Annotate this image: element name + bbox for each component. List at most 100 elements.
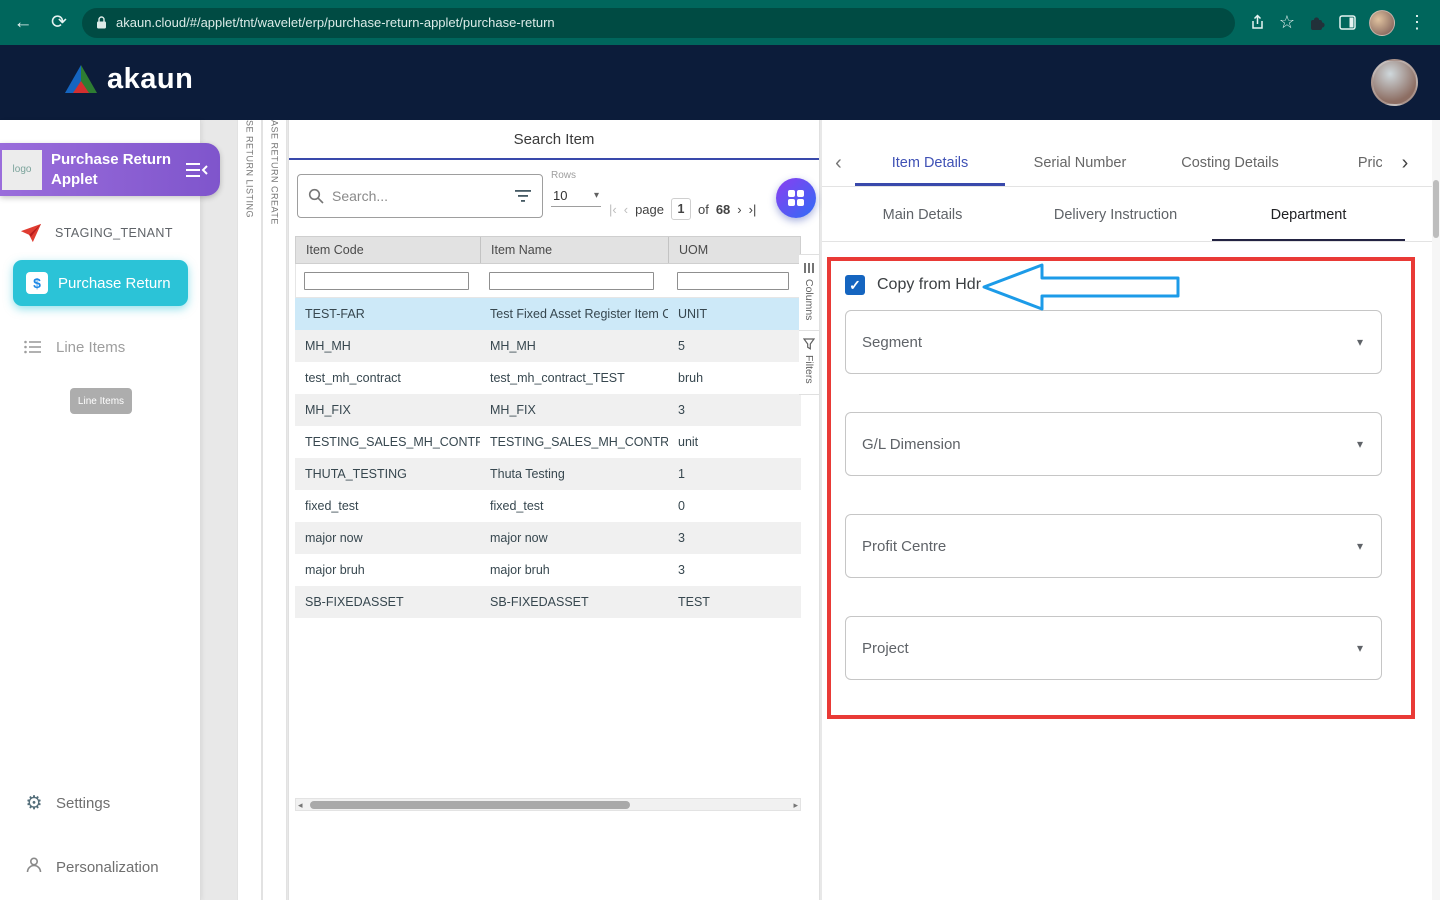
vertical-tab-purchase-return-listing[interactable]: SE RETURN LISTING bbox=[237, 120, 262, 900]
filter-list-icon[interactable] bbox=[514, 189, 532, 203]
cell-uom: 3 bbox=[668, 563, 801, 577]
extension-puzzle-icon[interactable] bbox=[1308, 14, 1326, 32]
next-page-icon[interactable]: › bbox=[737, 202, 741, 217]
gl-dimension-dropdown[interactable]: G/L Dimension ▾ bbox=[845, 412, 1382, 476]
cell-item-code: MH_FIX bbox=[295, 403, 480, 417]
cell-item-code: THUTA_TESTING bbox=[295, 467, 480, 481]
cell-item-code: major now bbox=[295, 531, 480, 545]
sidebar-item-settings[interactable]: ⚙ Settings bbox=[0, 788, 200, 818]
share-icon[interactable] bbox=[1249, 14, 1266, 31]
subtab-department[interactable]: Department bbox=[1212, 188, 1405, 241]
url-text: akaun.cloud/#/applet/tnt/wavelet/erp/pur… bbox=[116, 15, 555, 30]
tabs-scroll-right-icon[interactable]: › bbox=[1382, 140, 1428, 186]
columns-icon bbox=[803, 262, 815, 274]
sidebar-item-personalization[interactable]: Personalization bbox=[0, 852, 200, 882]
cell-item-code: MH_MH bbox=[295, 339, 480, 353]
address-bar[interactable]: akaun.cloud/#/applet/tnt/wavelet/erp/pur… bbox=[82, 8, 1235, 38]
tab-item-details[interactable]: Item Details bbox=[855, 140, 1005, 186]
vertical-scrollbar-thumb[interactable] bbox=[1433, 180, 1439, 238]
cell-item-name: Test Fixed Asset Register Item C... bbox=[480, 307, 668, 321]
rows-value: 10 bbox=[553, 188, 567, 203]
filters-tool-button[interactable]: Filters bbox=[799, 330, 819, 395]
table-row[interactable]: fixed_test fixed_test 0 bbox=[295, 490, 801, 522]
main-area: STAGING_TENANT $ Purchase Return Line It… bbox=[0, 120, 1440, 900]
table-row[interactable]: TESTING_SALES_MH_CONTRACT TESTING_SALES_… bbox=[295, 426, 801, 458]
panel-title: Search Item bbox=[289, 120, 819, 148]
menu-fold-icon[interactable] bbox=[186, 161, 208, 179]
rows-per-page-control: Rows 10 ▾ bbox=[551, 170, 603, 207]
profit-centre-dropdown[interactable]: Profit Centre ▾ bbox=[845, 514, 1382, 578]
horizontal-scrollbar-thumb[interactable] bbox=[310, 801, 630, 809]
settings-label: Settings bbox=[56, 795, 110, 812]
table-row[interactable]: major now major now 3 bbox=[295, 522, 801, 554]
search-input[interactable] bbox=[332, 188, 514, 204]
project-dropdown[interactable]: Project ▾ bbox=[845, 616, 1382, 680]
sidebar-item-purchase-return[interactable]: $ Purchase Return bbox=[13, 260, 188, 306]
last-page-icon[interactable]: ›| bbox=[749, 202, 757, 217]
cell-item-code: TEST-FAR bbox=[295, 307, 480, 321]
columns-tool-button[interactable]: Columns bbox=[799, 254, 819, 330]
cell-uom: bruh bbox=[668, 371, 801, 385]
user-avatar[interactable] bbox=[1371, 59, 1418, 106]
table-row[interactable]: TEST-FAR Test Fixed Asset Register Item … bbox=[295, 298, 801, 330]
current-page-box[interactable]: 1 bbox=[671, 198, 691, 220]
column-header-item-code[interactable]: Item Code bbox=[296, 237, 481, 263]
table-filter-row bbox=[295, 264, 801, 298]
tab-pricing[interactable]: Pricing bbox=[1305, 140, 1382, 186]
table-row[interactable]: THUTA_TESTING Thuta Testing 1 bbox=[295, 458, 801, 490]
cell-uom: 5 bbox=[668, 339, 801, 353]
back-icon[interactable]: ← bbox=[10, 0, 36, 45]
akaun-logo[interactable]: akaun bbox=[64, 63, 193, 96]
sidebar-item-tenant[interactable]: STAGING_TENANT bbox=[0, 218, 200, 248]
cell-uom: TEST bbox=[668, 595, 801, 609]
browser-profile-avatar[interactable] bbox=[1369, 10, 1395, 36]
column-header-uom[interactable]: UOM bbox=[669, 237, 802, 263]
filter-input-item-name[interactable] bbox=[489, 272, 654, 290]
project-label: Project bbox=[862, 640, 909, 657]
bookmark-star-icon[interactable]: ☆ bbox=[1279, 12, 1295, 33]
page-label: page bbox=[635, 202, 664, 217]
cell-uom: 3 bbox=[668, 403, 801, 417]
table-body: TEST-FAR Test Fixed Asset Register Item … bbox=[295, 298, 801, 618]
table-row[interactable]: major bruh major bruh 3 bbox=[295, 554, 801, 586]
table-row[interactable]: SB-FIXEDASSET SB-FIXEDASSET TEST bbox=[295, 586, 801, 618]
segment-dropdown[interactable]: Segment ▾ bbox=[845, 310, 1382, 374]
cell-item-name: fixed_test bbox=[480, 499, 668, 513]
applet-banner[interactable]: logo Purchase Return Applet bbox=[0, 143, 220, 196]
sidebar-item-line-items[interactable]: Line Items bbox=[0, 332, 200, 362]
panel-title-underline bbox=[289, 158, 819, 160]
tabs-scroll-left-icon[interactable]: ‹ bbox=[822, 140, 855, 186]
scroll-right-icon[interactable]: ▸ bbox=[793, 799, 798, 811]
rows-select[interactable]: 10 ▾ bbox=[551, 188, 601, 207]
table-row[interactable]: MH_MH MH_MH 5 bbox=[295, 330, 801, 362]
tab-costing-details[interactable]: Costing Details bbox=[1155, 140, 1305, 186]
first-page-icon[interactable]: |‹ bbox=[609, 202, 617, 217]
cell-item-code: fixed_test bbox=[295, 499, 480, 513]
table-row[interactable]: MH_FIX MH_FIX 3 bbox=[295, 394, 801, 426]
scroll-left-icon[interactable]: ◂ bbox=[298, 799, 303, 811]
horizontal-scrollbar[interactable]: ◂ ▸ bbox=[295, 798, 801, 811]
tab-serial-number[interactable]: Serial Number bbox=[1005, 140, 1155, 186]
filter-input-uom[interactable] bbox=[677, 272, 789, 290]
side-panel-icon[interactable] bbox=[1339, 15, 1356, 30]
table-row[interactable]: test_mh_contract test_mh_contract_TEST b… bbox=[295, 362, 801, 394]
browser-menu-icon[interactable]: ⋮ bbox=[1408, 12, 1426, 33]
caret-down-icon: ▾ bbox=[1357, 539, 1363, 553]
vertical-tab-purchase-return-create[interactable]: ASE RETURN CREATE bbox=[262, 120, 287, 900]
grid-view-button[interactable] bbox=[776, 178, 816, 218]
copy-from-hdr-checkbox[interactable]: ✓ bbox=[845, 275, 865, 295]
reload-icon[interactable]: ⟳ bbox=[46, 0, 72, 45]
caret-down-icon: ▾ bbox=[1357, 641, 1363, 655]
vertical-scrollbar[interactable] bbox=[1432, 120, 1440, 900]
line-items-chip-button[interactable]: Line Items bbox=[70, 388, 132, 414]
logo-text: akaun bbox=[107, 63, 193, 96]
filter-input-item-code[interactable] bbox=[304, 272, 469, 290]
caret-down-icon: ▾ bbox=[1357, 437, 1363, 451]
prev-page-icon[interactable]: ‹ bbox=[624, 202, 628, 217]
subtab-main-details[interactable]: Main Details bbox=[826, 188, 1019, 241]
list-icon bbox=[24, 340, 42, 354]
column-header-item-name[interactable]: Item Name bbox=[481, 237, 669, 263]
search-box bbox=[297, 174, 543, 218]
table-side-tools: Columns Filters bbox=[799, 254, 819, 395]
subtab-delivery-instruction[interactable]: Delivery Instruction bbox=[1019, 188, 1212, 241]
